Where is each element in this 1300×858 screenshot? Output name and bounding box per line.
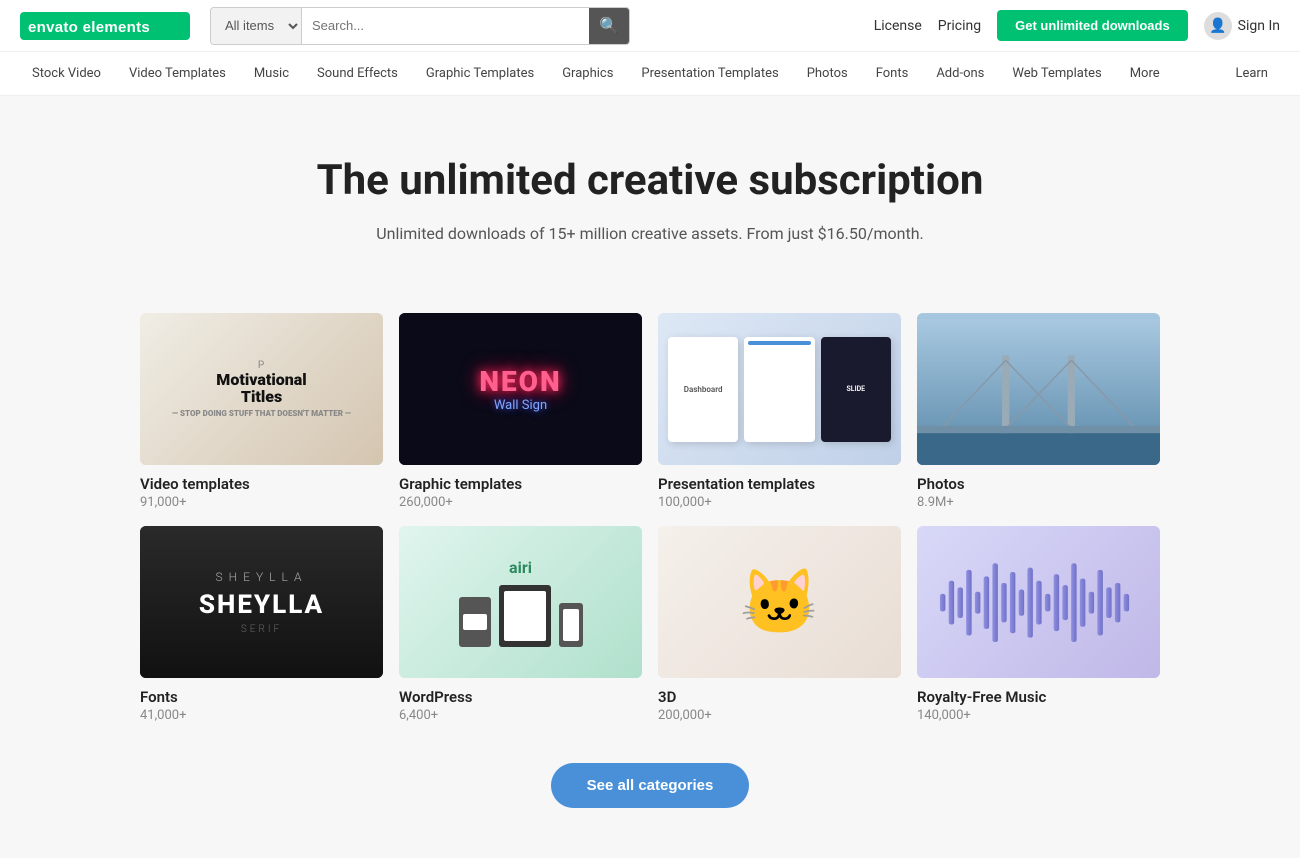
top-bar: envato elements All items 🔍 License Pric… (0, 0, 1300, 52)
pricing-link[interactable]: Pricing (938, 18, 981, 34)
category-name: Video templates (140, 475, 383, 493)
secondary-nav: Stock Video Video Templates Music Sound … (0, 52, 1300, 96)
nav-add-ons[interactable]: Add-ons (924, 52, 996, 96)
category-count: 91,000+ (140, 495, 383, 510)
category-count: 260,000+ (399, 495, 642, 510)
hero-section: The unlimited creative subscription Unli… (0, 96, 1300, 283)
category-video-templates[interactable]: P MotivationalTitles — STOP DOING STUFF … (140, 313, 383, 510)
3d-figure: 🐱 (740, 565, 820, 640)
category-photos[interactable]: Photos 8.9M+ (917, 313, 1160, 510)
hero-subtitle: Unlimited downloads of 15+ million creat… (20, 224, 1280, 243)
envato-logo: envato elements (20, 12, 190, 40)
nav-fonts[interactable]: Fonts (864, 52, 921, 96)
category-fonts[interactable]: SHEYLLA SHEYLLA serif Fonts 41,000+ (140, 526, 383, 723)
license-link[interactable]: License (874, 18, 922, 34)
search-category-dropdown[interactable]: All items (211, 8, 302, 44)
nav-learn[interactable]: Learn (1223, 52, 1280, 96)
svg-text:envato elements: envato elements (28, 19, 150, 36)
category-count: 41,000+ (140, 708, 383, 723)
nav-graphic-templates[interactable]: Graphic Templates (414, 52, 546, 96)
logo[interactable]: envato elements (20, 12, 190, 40)
sign-in-label: Sign In (1238, 18, 1280, 34)
nav-sound-effects[interactable]: Sound Effects (305, 52, 410, 96)
nav-photos[interactable]: Photos (795, 52, 860, 96)
avatar: 👤 (1204, 12, 1232, 40)
category-name: Royalty-Free Music (917, 688, 1160, 706)
category-name: Photos (917, 475, 1160, 493)
get-unlimited-button[interactable]: Get unlimited downloads (997, 10, 1188, 41)
nav-graphics[interactable]: Graphics (550, 52, 625, 96)
sign-in-wrap[interactable]: 👤 Sign In (1204, 12, 1280, 40)
category-wordpress[interactable]: airi WordPress 6,400+ (399, 526, 642, 723)
hero-title: The unlimited creative subscription (250, 156, 1050, 206)
category-name: Graphic templates (399, 475, 642, 493)
category-count: 140,000+ (917, 708, 1160, 723)
category-3d[interactable]: 🐱 3D 200,000+ (658, 526, 901, 723)
category-count: 6,400+ (399, 708, 642, 723)
category-count: 8.9M+ (917, 495, 1160, 510)
category-count: 200,000+ (658, 708, 901, 723)
search-input[interactable] (302, 8, 589, 44)
category-name: Fonts (140, 688, 383, 706)
category-name: WordPress (399, 688, 642, 706)
category-royalty-free-music[interactable]: Royalty-Free Music 140,000+ (917, 526, 1160, 723)
category-graphic-templates[interactable]: NEON Wall Sign Graphic templates 260,000… (399, 313, 642, 510)
cta-section: See all categories (0, 743, 1300, 858)
category-presentation-templates[interactable]: Dashboard SLIDE Presentation templates 1… (658, 313, 901, 510)
nav-presentation-templates[interactable]: Presentation Templates (629, 52, 790, 96)
search-button[interactable]: 🔍 (589, 8, 629, 44)
nav-stock-video[interactable]: Stock Video (20, 52, 113, 96)
category-name: 3D (658, 688, 901, 706)
person-icon: 👤 (1209, 18, 1226, 34)
category-name: Presentation templates (658, 475, 901, 493)
see-all-categories-button[interactable]: See all categories (551, 763, 750, 808)
nav-more[interactable]: More (1118, 52, 1172, 96)
search-bar: All items 🔍 (210, 7, 630, 45)
category-count: 100,000+ (658, 495, 901, 510)
categories-grid: P MotivationalTitles — STOP DOING STUFF … (120, 313, 1180, 723)
nav-music[interactable]: Music (242, 52, 301, 96)
nav-video-templates[interactable]: Video Templates (117, 52, 238, 96)
top-links: License Pricing Get unlimited downloads … (874, 10, 1280, 41)
search-icon: 🔍 (599, 16, 619, 36)
nav-web-templates[interactable]: Web Templates (1000, 52, 1113, 96)
